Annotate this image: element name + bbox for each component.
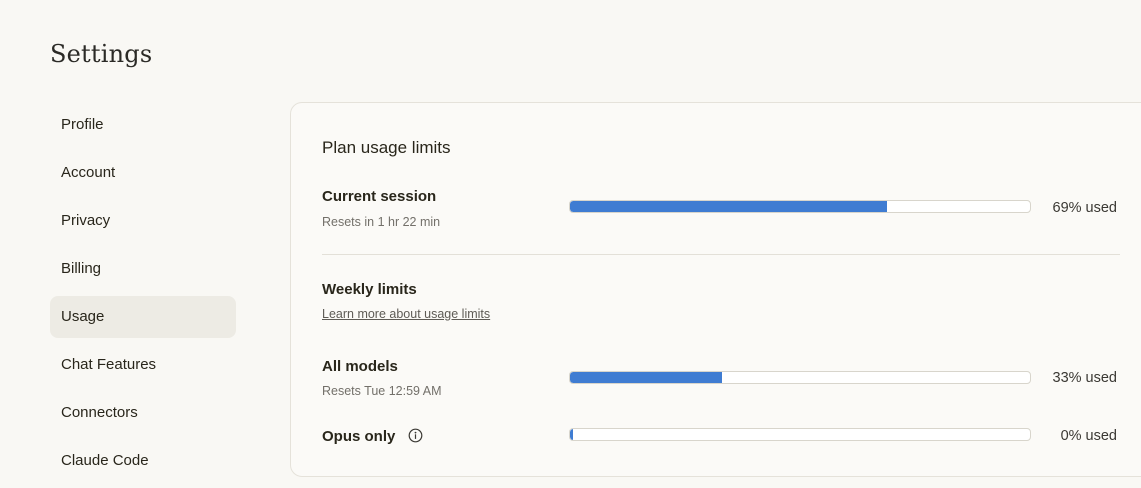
all-models-label: All models: [322, 358, 398, 375]
all-models-progress-bar: [569, 371, 1031, 384]
learn-more-usage-limits-link[interactable]: Learn more about usage limits: [322, 307, 490, 321]
weekly-limits-title: Weekly limits: [322, 281, 417, 298]
usage-panel-title: Plan usage limits: [322, 138, 451, 157]
settings-sidebar: Profile Account Privacy Billing Usage Ch…: [50, 104, 236, 488]
sidebar-item-claude-code[interactable]: Claude Code: [50, 440, 236, 482]
sidebar-item-privacy[interactable]: Privacy: [50, 200, 236, 242]
opus-only-progress-bar: [569, 428, 1031, 441]
sidebar-item-profile[interactable]: Profile: [50, 104, 236, 146]
all-models-reset: Resets Tue 12:59 AM: [322, 384, 442, 398]
section-divider: [322, 254, 1120, 255]
opus-only-row: Opus only: [322, 428, 423, 447]
current-session-percent: 69% used: [1052, 200, 1118, 216]
all-models-progress-fill: [570, 372, 722, 383]
current-session-progress-fill: [570, 201, 888, 212]
page-title: Settings: [50, 40, 153, 68]
current-session-progress-bar: [569, 200, 1031, 213]
all-models-percent: 33% used: [1052, 370, 1118, 386]
sidebar-item-chat-features[interactable]: Chat Features: [50, 344, 236, 386]
sidebar-item-usage[interactable]: Usage: [50, 296, 236, 338]
opus-only-label: Opus only: [322, 428, 396, 445]
opus-only-percent: 0% used: [1060, 428, 1117, 444]
sidebar-item-billing[interactable]: Billing: [50, 248, 236, 290]
sidebar-item-account[interactable]: Account: [50, 152, 236, 194]
info-icon[interactable]: [408, 428, 423, 447]
current-session-label: Current session: [322, 188, 437, 205]
usage-panel: Plan usage limits Current session Resets…: [290, 102, 1141, 477]
opus-only-progress-fill: [570, 429, 573, 440]
current-session-reset: Resets in 1 hr 22 min: [322, 215, 441, 229]
sidebar-item-connectors[interactable]: Connectors: [50, 392, 236, 434]
